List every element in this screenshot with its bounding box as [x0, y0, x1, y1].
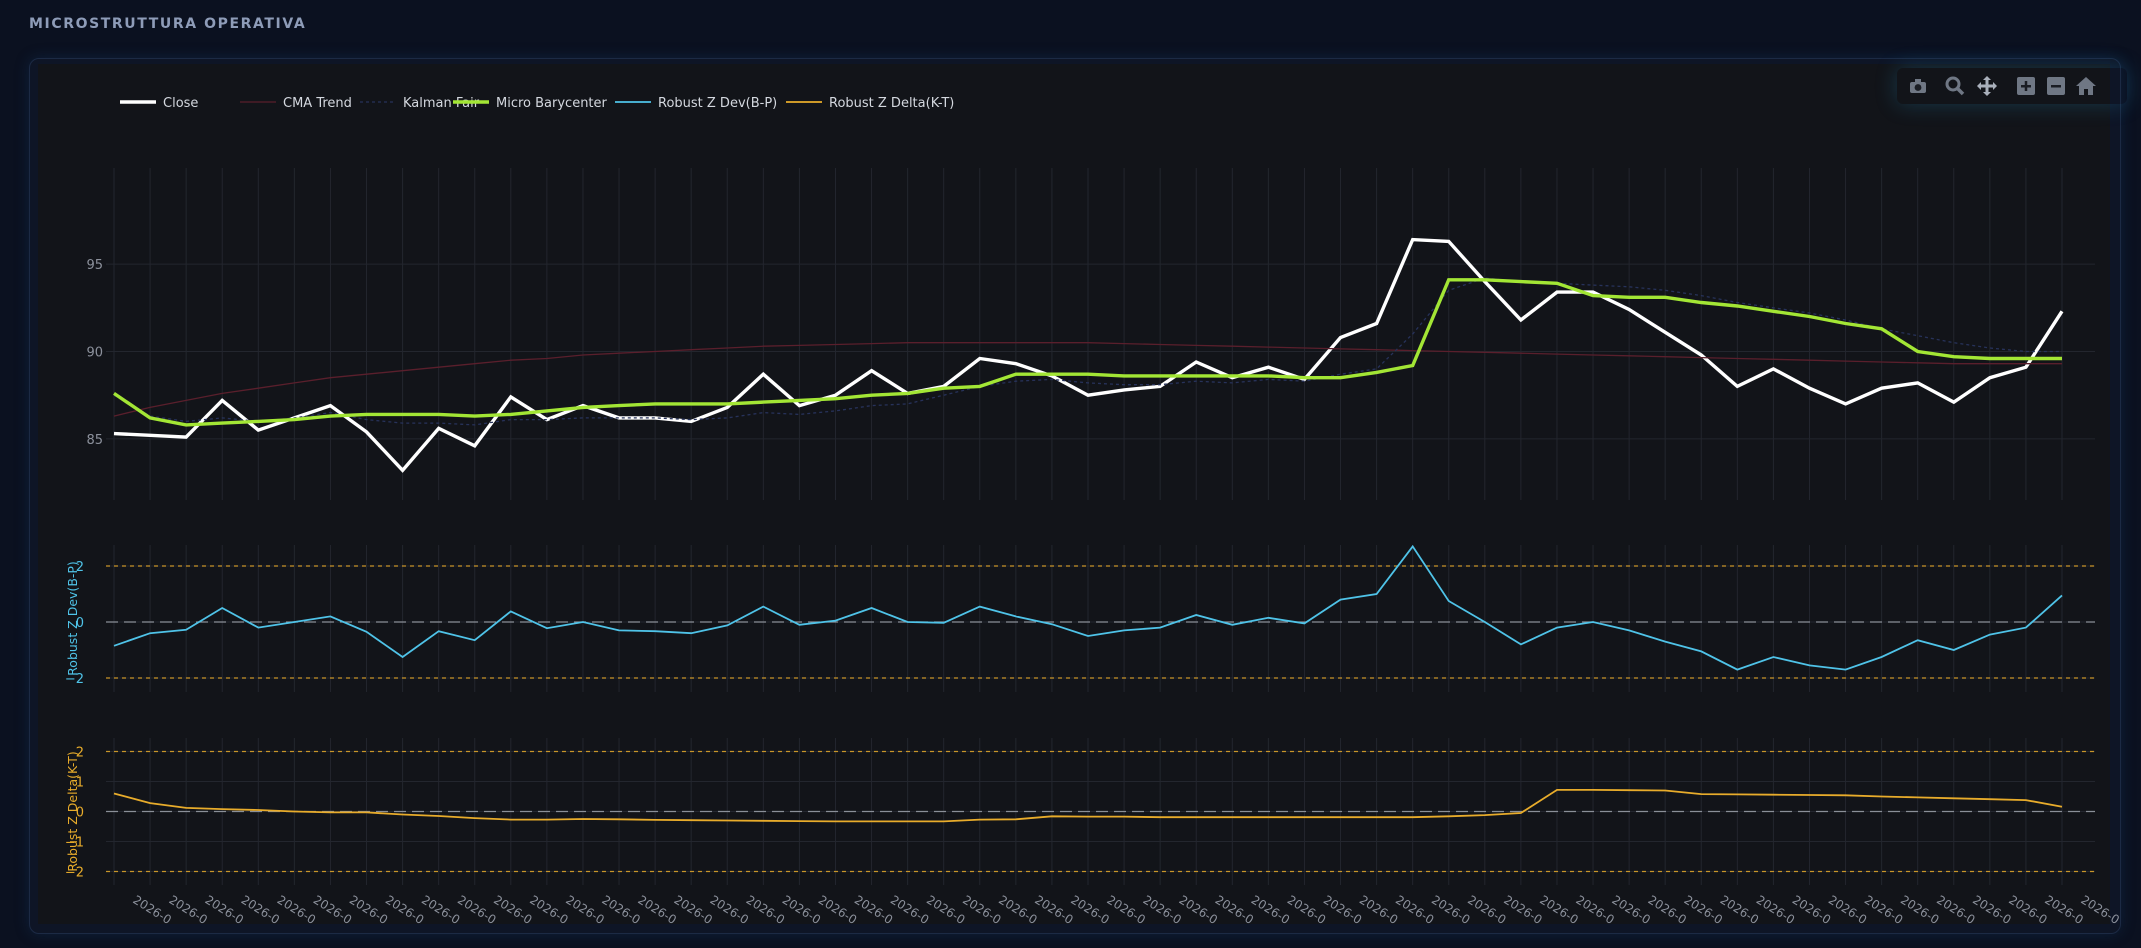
legend-label-z_delta: Robust Z Delta(K-T): [829, 96, 954, 111]
pan-icon[interactable]: [1976, 75, 1998, 97]
legend-label-close: Close: [163, 96, 198, 111]
y-tick-label: 90: [86, 345, 103, 360]
legend-label-cma: CMA Trend: [283, 96, 352, 111]
microstructure-chart[interactable]: 859095−202Robust Z Dev(B-P)−2−1012Robust…: [0, 0, 2141, 948]
zoom-icon[interactable]: [1944, 75, 1966, 97]
y-tick-label: 85: [86, 433, 103, 448]
home-icon[interactable]: [2075, 75, 2097, 97]
chart-modebar: [1897, 68, 2127, 104]
legend-label-barycenter: Micro Barycenter: [496, 96, 608, 111]
zoom-in-icon[interactable]: [2015, 75, 2037, 97]
legend-label-z_dev: Robust Z Dev(B-P): [658, 96, 777, 111]
camera-icon[interactable]: [1907, 75, 1929, 97]
y-tick-label: 95: [86, 258, 103, 273]
y-axis-label: Robust Z Delta(K-T): [65, 751, 80, 872]
y-axis-label: Robust Z Dev(B-P): [65, 561, 80, 676]
zoom-out-icon[interactable]: [2045, 75, 2067, 97]
